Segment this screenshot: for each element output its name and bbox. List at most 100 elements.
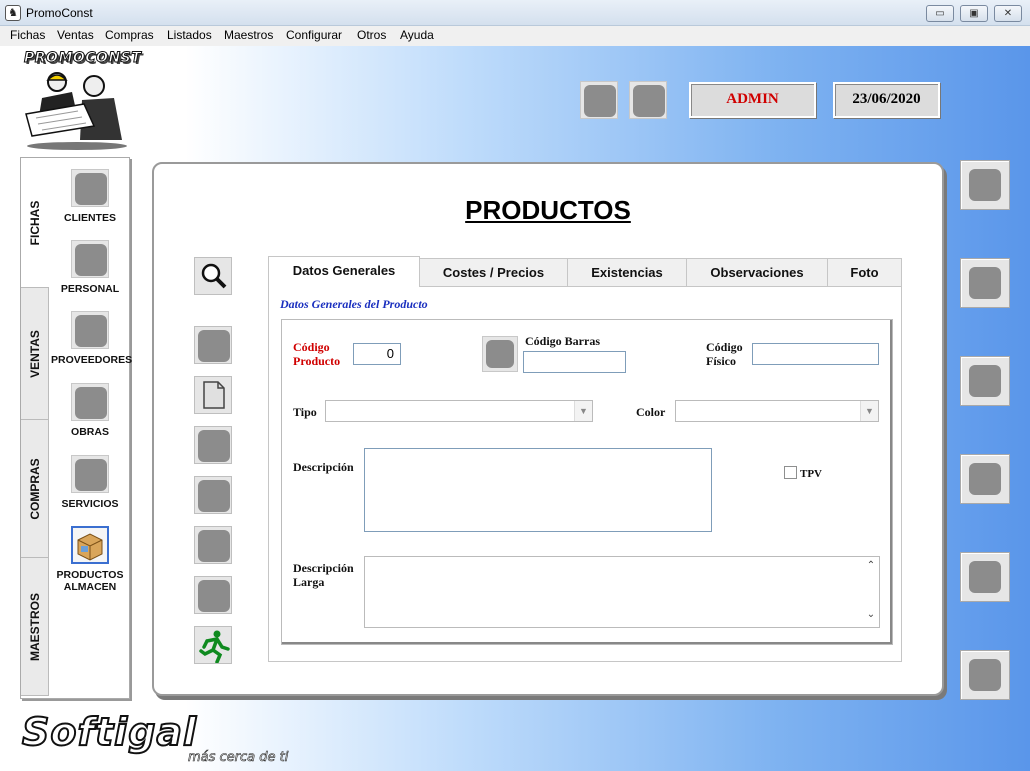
menu-ayuda[interactable]: Ayuda [400,28,434,42]
tab-foto[interactable]: Foto [827,258,902,286]
right-tool-4-icon [969,463,1001,495]
works-icon [71,383,109,421]
sidebar-item-servicios[interactable]: SERVICIOS [51,455,129,510]
codigo-fisico-label: Código Físico [706,340,743,368]
right-tool-2-icon [969,267,1001,299]
tab-costes-precios[interactable]: Costes / Precios [419,258,568,286]
product-tabs: Datos Generales Costes / Precios Existen… [268,256,902,662]
minimize-button[interactable]: ▭ [926,5,954,22]
tool-button-5[interactable] [194,526,232,564]
tool-button-3[interactable] [194,426,232,464]
sidebar-item-proveedores[interactable]: PROVEEDORES [51,311,132,366]
codigo-producto-label: Código Producto [293,340,341,368]
codigo-barras-input[interactable] [523,351,626,373]
right-tool-2-button[interactable] [960,258,1010,308]
descripcion-larga-label: Descripción Larga [293,561,354,589]
menu-ventas[interactable]: Ventas [57,28,94,42]
tab-datos-generales[interactable]: Datos Generales [268,256,420,287]
scroll-up-icon[interactable]: ⌃ [865,560,877,571]
menu-otros[interactable]: Otros [357,28,386,42]
title-bar: ♞ PromoConst ▭ ▣ ✕ [0,0,1030,26]
new-document-button[interactable] [194,376,232,414]
close-button[interactable]: ✕ [994,5,1022,22]
tab-maestros[interactable]: MAESTROS [21,558,49,696]
right-tool-6-icon [969,659,1001,691]
tab-fichas[interactable]: FICHAS [21,158,49,288]
menu-maestros[interactable]: Maestros [224,28,273,42]
sidebar-item-obras[interactable]: OBRAS [51,383,129,438]
scroll-down-icon[interactable]: ⌄ [865,609,877,620]
tool-button-4[interactable] [194,476,232,514]
general-data-group: Código Producto 0 Código Barras Código F… [281,319,893,645]
tab-panel-datos-generales: Datos Generales del Producto Código Prod… [268,286,902,662]
company-slogan: más cerca de ti [188,750,289,766]
tool-button-6[interactable] [194,576,232,614]
menu-compras[interactable]: Compras [105,28,154,42]
menu-configurar[interactable]: Configurar [286,28,342,42]
tipo-label: Tipo [293,405,317,419]
search-button[interactable] [194,257,232,295]
save-icon [198,480,230,512]
right-tool-3-icon [969,365,1001,397]
chevron-down-icon: ▼ [574,401,592,421]
running-man-exit-icon [199,630,230,664]
codigo-producto-input[interactable]: 0 [353,343,401,365]
page-title: PRODUCTOS [465,195,631,225]
staff-icon [71,240,109,278]
products-warehouse-icon [71,526,109,564]
menu-fichas[interactable]: Fichas [10,28,45,42]
sidebar-item-productos-almacen[interactable]: PRODUCTOS ALMACEN [51,526,129,593]
window-title: PromoConst [26,6,93,20]
tool-button-1[interactable] [194,326,232,364]
right-tool-4-button[interactable] [960,454,1010,504]
tab-existencias[interactable]: Existencias [567,258,687,286]
user-badge: ADMIN [689,82,816,118]
right-tool-5-button[interactable] [960,552,1010,602]
exit-button[interactable] [194,626,232,664]
right-tool-1-icon [969,169,1001,201]
header-tool-1-icon[interactable] [580,81,618,119]
right-tool-3-button[interactable] [960,356,1010,406]
tpv-label: TPV [800,468,822,480]
suppliers-icon [71,311,109,349]
sidebar-item-clientes[interactable]: CLIENTES [51,169,129,224]
edit-icon [198,430,230,462]
codigo-barras-label: Código Barras [525,334,600,348]
color-label: Color [636,405,666,419]
products-panel: PRODUCTOS Datos Generales Costes / Preci… [152,162,944,696]
tab-compras[interactable]: COMPRAS [21,420,49,558]
maximize-button[interactable]: ▣ [960,5,988,22]
engineers-logo-icon [25,72,127,150]
tpv-checkbox[interactable] [784,466,797,479]
brand-logo-text: PROMOCONST [23,50,142,67]
search-icon [201,263,227,289]
delete-icon [198,530,230,562]
record-icon [198,330,230,362]
tab-observaciones[interactable]: Observaciones [686,258,828,286]
descripcion-larga-textarea[interactable]: ⌃ ⌄ [364,556,880,628]
codigo-fisico-input[interactable] [752,343,879,365]
menu-listados[interactable]: Listados [167,28,212,42]
right-tool-6-button[interactable] [960,650,1010,700]
barcode-icon[interactable] [482,336,518,372]
sidebar: FICHAS VENTAS COMPRAS MAESTROS CLIENTES … [20,157,132,699]
header-tool-2-icon[interactable] [629,81,667,119]
right-tool-5-icon [969,561,1001,593]
color-select[interactable]: ▼ [675,400,879,422]
clients-icon [71,169,109,207]
services-icon [71,455,109,493]
document-icon [203,381,225,409]
company-logo: Softigal [21,709,198,755]
date-display: 23/06/2020 [833,82,940,118]
section-title: Datos Generales del Producto [280,297,428,311]
descripcion-textarea[interactable] [364,448,712,532]
app-icon: ♞ [5,5,21,21]
tab-ventas[interactable]: VENTAS [21,288,49,420]
print-icon [198,580,230,612]
sidebar-item-personal[interactable]: PERSONAL [51,240,129,295]
tipo-select[interactable]: ▼ [325,400,593,422]
right-tool-1-button[interactable] [960,160,1010,210]
chevron-down-icon: ▼ [860,401,878,421]
descripcion-label: Descripción [293,460,354,474]
menu-bar: Fichas Ventas Compras Listados Maestros … [0,26,1030,46]
